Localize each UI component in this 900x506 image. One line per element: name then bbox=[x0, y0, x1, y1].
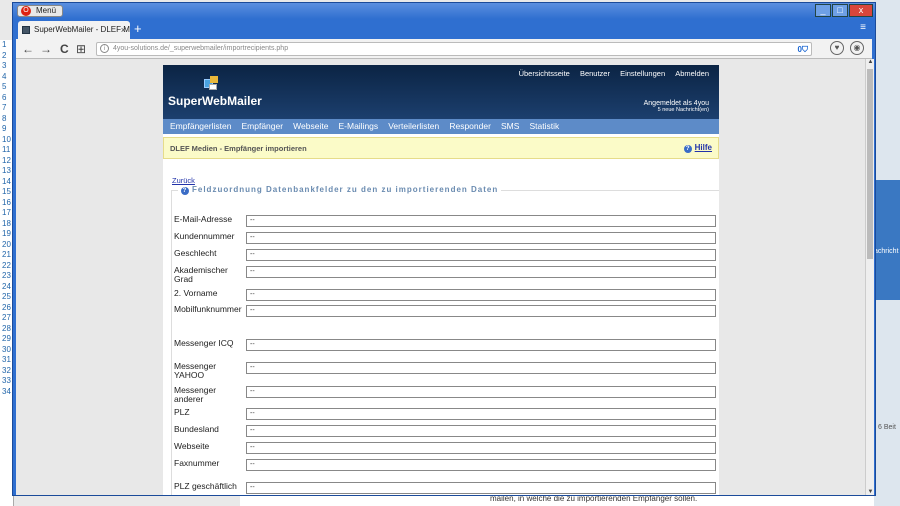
scroll-thumb[interactable] bbox=[867, 69, 873, 259]
url-text: 4you-solutions.de/_superwebmailer/import… bbox=[113, 45, 289, 52]
info-icon[interactable]: i bbox=[100, 44, 109, 53]
help-label: Hilfe bbox=[694, 143, 712, 152]
field-select[interactable]: -- bbox=[246, 408, 716, 420]
back-link[interactable]: Zurück bbox=[172, 176, 195, 185]
nav-recipients[interactable]: Empfänger bbox=[241, 121, 283, 131]
field-label: PLZ bbox=[174, 407, 190, 417]
brand-name: SuperWebMailer bbox=[168, 94, 262, 108]
login-user: Angemeldet als 4you bbox=[643, 100, 709, 107]
main-nav: Empfängerlisten Empfänger Webseite E-Mai… bbox=[163, 119, 719, 134]
field-label: Mobilfunknummer bbox=[174, 304, 242, 314]
link-logout[interactable]: Abmelden bbox=[675, 69, 709, 78]
nav-statistics[interactable]: Statistik bbox=[529, 121, 559, 131]
nav-sms[interactable]: SMS bbox=[501, 121, 519, 131]
page-title: DLEF Medien - Empfänger importieren bbox=[170, 144, 307, 153]
menu-button[interactable]: O Menü bbox=[17, 5, 64, 17]
adblock-badge[interactable]: 0⛉ bbox=[798, 44, 808, 56]
reload-icon[interactable]: C bbox=[60, 41, 69, 57]
field-label: Webseite bbox=[174, 441, 210, 451]
field-select[interactable]: -- bbox=[246, 442, 716, 454]
tab-close-icon[interactable]: × bbox=[121, 21, 126, 39]
menu-label: Menü bbox=[36, 6, 57, 15]
desktop: 1 2 3 4 5 6 7 8 9 10 11 12 13 14 15 16 17 18 19 20 21 22 23 24 2… bbox=[0, 0, 900, 506]
background-right-panel: achricht 6 Beit bbox=[874, 0, 900, 506]
browser-window: O Menü _ □ x SuperWebMailer - DLEF Med × … bbox=[12, 2, 876, 496]
field-select[interactable]: -- bbox=[246, 459, 716, 471]
field-label: Geschlecht bbox=[174, 248, 217, 258]
field-label: Akademischer Grad bbox=[174, 265, 228, 284]
field-select[interactable]: -- bbox=[246, 362, 716, 374]
new-tab-button[interactable]: + bbox=[134, 21, 142, 37]
swm-page: Übersichtsseite Benutzer Einstellungen A… bbox=[163, 65, 719, 495]
field-label: Bundesland bbox=[174, 424, 219, 434]
address-bar: ← → C ⊞ i 4you-solutions.de/_superwebmai… bbox=[16, 39, 872, 59]
nav-emailings[interactable]: E-Mailings bbox=[338, 121, 378, 131]
help-icon: ? bbox=[683, 145, 692, 153]
swm-header: Übersichtsseite Benutzer Einstellungen A… bbox=[163, 65, 719, 119]
link-overview[interactable]: Übersichtsseite bbox=[519, 69, 570, 78]
url-input[interactable]: i 4you-solutions.de/_superwebmailer/impo… bbox=[96, 42, 812, 56]
tab-active[interactable]: SuperWebMailer - DLEF Med × bbox=[18, 21, 130, 39]
vertical-scrollbar[interactable]: ▲ ▼ bbox=[865, 59, 874, 495]
field-label: 2. Vorname bbox=[174, 288, 218, 298]
field-label: Faxnummer bbox=[174, 458, 220, 468]
field-select[interactable]: -- bbox=[246, 305, 716, 317]
tab-title: SuperWebMailer - DLEF Med bbox=[34, 25, 130, 34]
help-link[interactable]: ? Hilfe bbox=[683, 143, 712, 153]
help-icon: ? bbox=[181, 187, 189, 195]
swm-logo-icon bbox=[204, 76, 218, 90]
scroll-up-icon[interactable]: ▲ bbox=[866, 59, 875, 65]
scroll-down-icon[interactable]: ▼ bbox=[866, 489, 875, 495]
field-select[interactable]: -- bbox=[246, 266, 716, 278]
account-icon[interactable]: ◉ bbox=[850, 41, 864, 55]
field-select[interactable]: -- bbox=[246, 339, 716, 351]
maximize-button[interactable]: □ bbox=[832, 4, 848, 17]
nav-website[interactable]: Webseite bbox=[293, 121, 328, 131]
link-settings[interactable]: Einstellungen bbox=[620, 69, 665, 78]
heart-icon[interactable]: ♥ bbox=[830, 41, 844, 55]
speed-dial-icon[interactable]: ⊞ bbox=[76, 41, 86, 57]
opera-logo-icon: O bbox=[21, 6, 31, 16]
favicon-icon bbox=[22, 26, 30, 34]
tab-bar: SuperWebMailer - DLEF Med × + ≡ bbox=[16, 19, 872, 39]
field-label: Kundennummer bbox=[174, 231, 235, 241]
nav-recipient-lists[interactable]: Empfängerlisten bbox=[170, 121, 231, 131]
background-right-text2: 6 Beit bbox=[878, 424, 896, 431]
close-window-button[interactable]: x bbox=[849, 4, 873, 17]
field-label: Messenger anderer bbox=[174, 385, 217, 404]
title-bar[interactable]: O Menü _ □ x bbox=[13, 3, 875, 19]
breadcrumb: DLEF Medien - Empfänger importieren ? Hil… bbox=[163, 137, 719, 159]
fieldset-legend: ? Feldzuordnung Datenbankfelder zu den zu… bbox=[178, 185, 502, 195]
field-select[interactable]: -- bbox=[246, 249, 716, 261]
field-select[interactable]: -- bbox=[246, 215, 716, 227]
background-right-block: achricht bbox=[874, 180, 900, 300]
field-label: E-Mail-Adresse bbox=[174, 214, 233, 224]
link-users[interactable]: Benutzer bbox=[580, 69, 610, 78]
nav-responder[interactable]: Responder bbox=[449, 121, 491, 131]
page-viewport: Übersichtsseite Benutzer Einstellungen A… bbox=[16, 59, 865, 495]
tab-menu-icon[interactable]: ≡ bbox=[860, 22, 866, 33]
back-arrow-icon[interactable]: ← bbox=[22, 41, 34, 57]
field-label: Messenger ICQ bbox=[174, 338, 234, 348]
field-select[interactable]: -- bbox=[246, 232, 716, 244]
minimize-button[interactable]: _ bbox=[815, 4, 831, 17]
new-messages-link[interactable]: 5 neue Nachricht(en) bbox=[644, 107, 709, 113]
field-select[interactable]: -- bbox=[246, 386, 716, 398]
top-links: Übersichtsseite Benutzer Einstellungen A… bbox=[511, 69, 709, 78]
field-label: Messenger YAHOO bbox=[174, 361, 217, 380]
adblock-count: 0 bbox=[797, 45, 802, 54]
field-mapping-fieldset: ? Feldzuordnung Datenbankfelder zu den zu… bbox=[171, 185, 719, 495]
background-right-text: achricht bbox=[874, 248, 899, 255]
field-select[interactable]: -- bbox=[246, 482, 716, 494]
field-select[interactable]: -- bbox=[246, 425, 716, 437]
forward-arrow-icon[interactable]: → bbox=[40, 41, 52, 57]
login-info: Angemeldet als 4you 5 neue Nachricht(en) bbox=[644, 100, 709, 113]
nav-distribution-lists[interactable]: Verteilerlisten bbox=[388, 121, 439, 131]
field-select[interactable]: -- bbox=[246, 289, 716, 301]
field-label: PLZ geschäftlich bbox=[174, 481, 237, 491]
legend-text: Feldzuordnung Datenbankfelder zu den zu … bbox=[192, 185, 499, 194]
